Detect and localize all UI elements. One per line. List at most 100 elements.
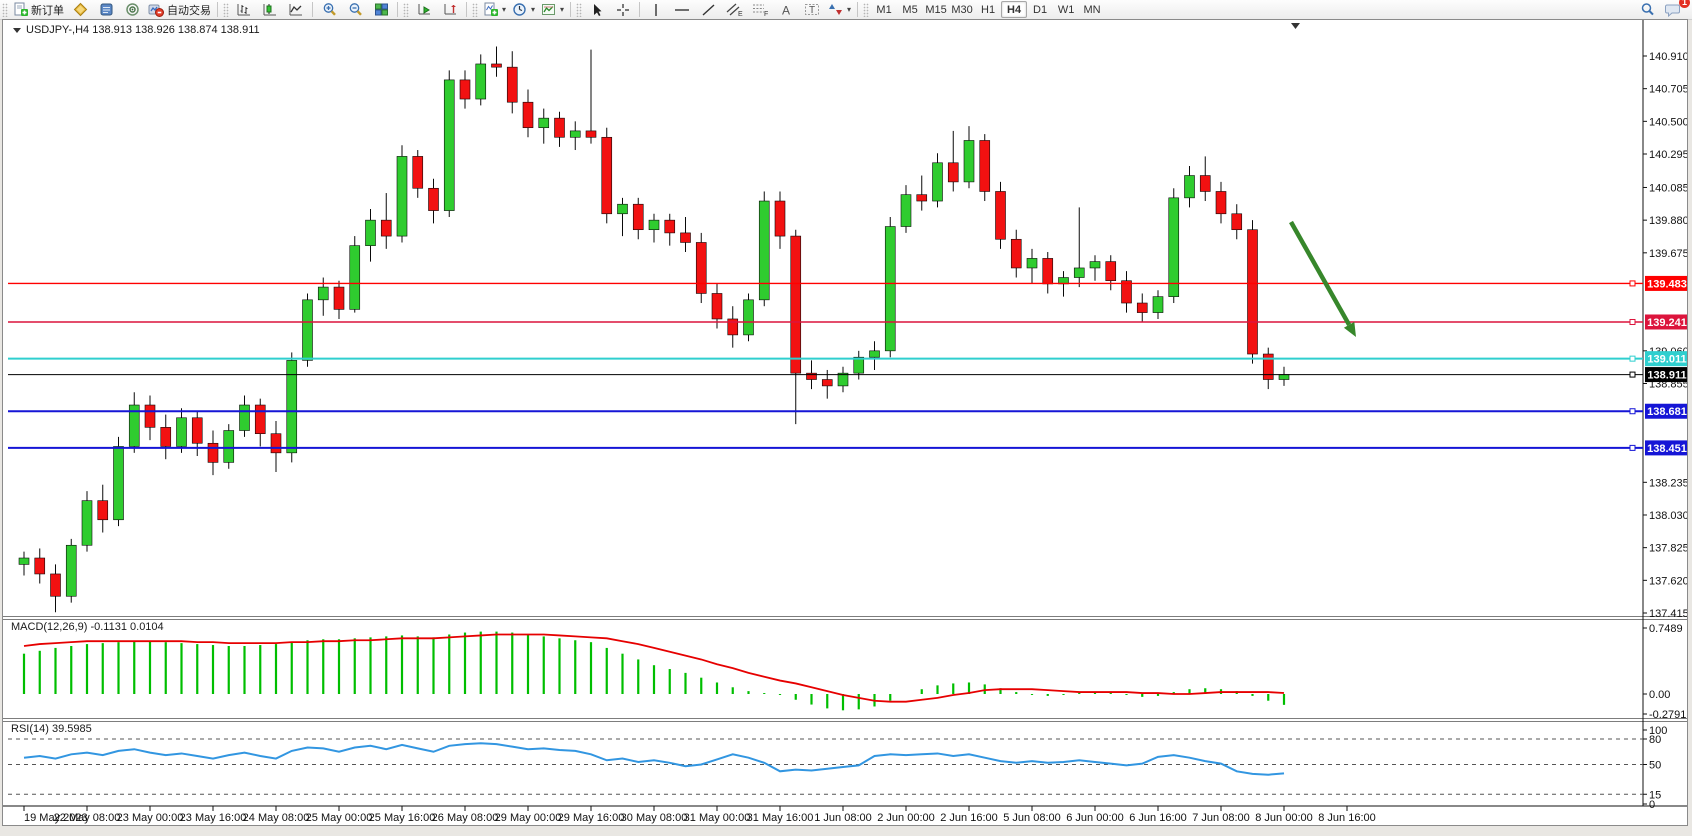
trendline-button[interactable] (695, 0, 721, 19)
candle-body (1074, 268, 1084, 278)
new-order-button[interactable]: 新订单 (10, 0, 67, 19)
candle-body (1200, 176, 1210, 192)
horizontal-line-button[interactable] (669, 0, 695, 19)
search-button[interactable] (1634, 0, 1660, 19)
fibonacci-button[interactable]: F (747, 0, 773, 19)
candle-body (334, 287, 344, 309)
text-label-button[interactable]: T (799, 0, 825, 19)
timeframe-d1-button[interactable]: D1 (1027, 1, 1053, 18)
candle-body (145, 405, 155, 427)
svg-text:140.705: 140.705 (1649, 84, 1687, 96)
candle-body (224, 431, 234, 463)
candle-body (1090, 262, 1100, 268)
timeframe-h1-button[interactable]: H1 (975, 1, 1001, 18)
arrows-button[interactable]: ▾ (825, 0, 854, 19)
chart-title-text: USDJPY-,H4 138.913 138.926 138.874 138.9… (26, 24, 260, 36)
crosshair-button[interactable] (610, 0, 636, 19)
line-handle (1630, 372, 1635, 377)
chart-expander-icon[interactable] (13, 28, 21, 33)
toolbar-grip[interactable] (2, 3, 8, 17)
svg-text:140.500: 140.500 (1649, 116, 1687, 128)
candle-body (240, 405, 250, 430)
new-order-label: 新订单 (31, 2, 64, 18)
time-axis-label: 2 Jun 00:00 (877, 812, 935, 824)
channel-button[interactable]: E (721, 0, 747, 19)
indicators-icon (483, 2, 498, 17)
notification-count-badge: 1 (1679, 0, 1690, 8)
candle-body (1169, 198, 1179, 297)
candle-body (539, 118, 549, 128)
navigator-button[interactable] (119, 0, 145, 19)
time-axis-label: 25 May 00:00 (306, 812, 373, 824)
svg-text:0: 0 (1649, 799, 1655, 811)
chart-title: USDJPY-,H4 138.913 138.926 138.874 138.9… (13, 24, 260, 36)
svg-text:140.085: 140.085 (1649, 182, 1687, 194)
auto-scroll-icon (417, 2, 432, 17)
svg-text:138.030: 138.030 (1649, 510, 1687, 522)
time-axis-label: 1 Jun 08:00 (814, 812, 872, 824)
zoom-out-button[interactable] (342, 0, 368, 19)
tile-windows-button[interactable] (368, 0, 394, 19)
candlestick-chart-type-button[interactable] (257, 0, 283, 19)
auto-trading-icon (148, 2, 164, 17)
candle-body (759, 201, 769, 300)
timeframe-m1-button[interactable]: M1 (871, 1, 897, 18)
timeframe-m5-button[interactable]: M5 (897, 1, 923, 18)
auto-scroll-button[interactable] (411, 0, 437, 19)
toolbar-grip[interactable] (576, 3, 582, 17)
timeframe-m30-button[interactable]: M30 (949, 1, 975, 18)
line-chart-type-button[interactable] (283, 0, 309, 19)
candle-body (397, 156, 407, 236)
candle-body (633, 204, 643, 229)
candle-body (1216, 191, 1226, 213)
template-icon (541, 2, 556, 17)
candle-body (1232, 214, 1242, 230)
toolbar-grip[interactable] (863, 3, 869, 17)
timeframe-m15-button[interactable]: M15 (923, 1, 949, 18)
time-axis-label: 24 May 08:00 (243, 812, 310, 824)
timeframe-h4-button[interactable]: H4 (1001, 1, 1027, 18)
svg-text:0.00: 0.00 (1649, 689, 1670, 701)
candlestick-chart-icon (263, 2, 278, 17)
timeframe-w1-button[interactable]: W1 (1053, 1, 1079, 18)
svg-text:E: E (738, 11, 743, 17)
periods-button[interactable]: ▾ (509, 0, 538, 19)
candle-body (177, 418, 187, 447)
macd-indicator-label: MACD(12,26,9) -0.1131 0.0104 (11, 621, 164, 633)
candle-body (870, 351, 880, 357)
svg-text:137.825: 137.825 (1649, 543, 1687, 555)
svg-text:139.880: 139.880 (1649, 215, 1687, 227)
svg-text:138.235: 138.235 (1649, 477, 1687, 489)
candle-body (429, 188, 439, 210)
toolbar-grip[interactable] (472, 3, 478, 17)
candle-body (492, 64, 502, 67)
notifications-button[interactable]: 1 (1660, 0, 1686, 19)
data-window-button[interactable] (93, 0, 119, 19)
cursor-button[interactable] (584, 0, 610, 19)
timeframe-mn-button[interactable]: MN (1079, 1, 1105, 18)
chart-shift-button[interactable] (437, 0, 463, 19)
candle-body (1027, 258, 1037, 268)
text-button[interactable]: A (773, 0, 799, 19)
toolbar-grip[interactable] (403, 3, 409, 17)
dropdown-arrow-icon: ▾ (531, 5, 535, 14)
zoom-in-button[interactable] (316, 0, 342, 19)
svg-text:138.451: 138.451 (1647, 443, 1687, 455)
templates-button[interactable]: ▾ (538, 0, 567, 19)
data-window-icon (99, 2, 114, 17)
candle-body (444, 80, 454, 211)
candle-body (98, 501, 108, 520)
auto-trading-button[interactable]: 自动交易 (145, 0, 214, 19)
indicators-button[interactable]: ▾ (480, 0, 509, 19)
vertical-line-button[interactable] (643, 0, 669, 19)
rsi-indicator-label: RSI(14) 39.5985 (11, 723, 92, 735)
market-watch-button[interactable] (67, 0, 93, 19)
candle-body (507, 67, 517, 102)
svg-text:140.295: 140.295 (1649, 149, 1687, 161)
svg-text:139.483: 139.483 (1647, 278, 1687, 290)
candle-body (791, 236, 801, 373)
svg-text:139.011: 139.011 (1647, 354, 1686, 366)
bar-chart-type-button[interactable] (231, 0, 257, 19)
chart-canvas[interactable]: 140.910140.705140.500140.295140.085139.8… (3, 20, 1687, 825)
toolbar-grip[interactable] (223, 3, 229, 17)
